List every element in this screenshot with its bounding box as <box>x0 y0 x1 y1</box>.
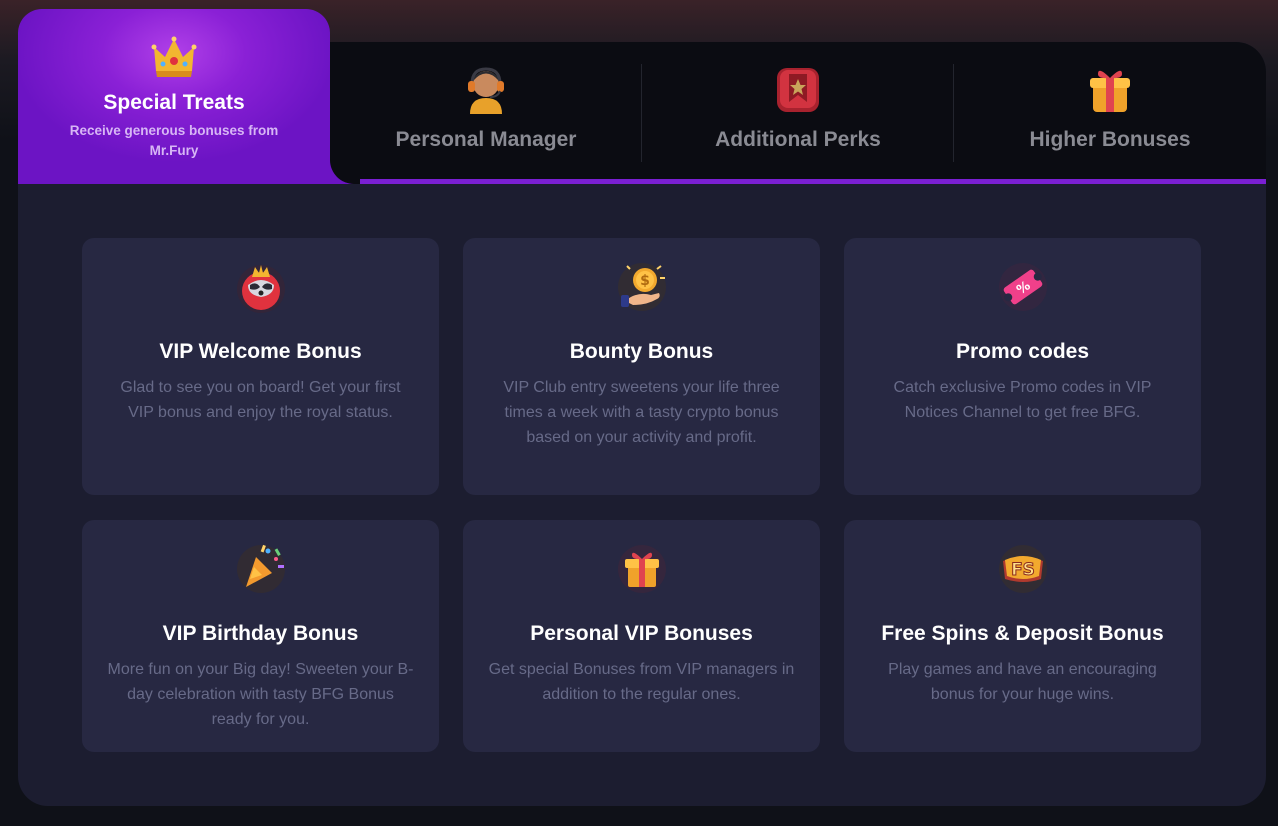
free-spins-fs-icon: FS <box>998 545 1047 593</box>
tab-higher-bonuses[interactable]: Higher Bonuses <box>954 42 1266 179</box>
card-description: VIP Club entry sweetens your life three … <box>503 379 780 446</box>
coin-hand-icon: $ <box>617 263 666 311</box>
bonus-card-bounty: $ Bounty Bonus VIP Club entry sweetens y… <box>463 238 820 495</box>
gift-icon <box>617 545 666 593</box>
card-title: Promo codes <box>955 340 1090 363</box>
svg-text:$: $ <box>640 273 650 289</box>
card-title: Free Spins & Deposit Bonus <box>881 622 1164 645</box>
bonus-card-personal-vip: Personal VIP Bonuses Get special Bonuses… <box>463 520 820 752</box>
bonus-card-promo-codes: % Promo codes Catch exclusive Promo code… <box>844 238 1201 495</box>
tab-label: Additional Perks <box>715 128 881 151</box>
active-tab-title: Special Treats <box>103 91 245 114</box>
party-popper-icon <box>236 544 285 593</box>
ticket-percent-icon: % <box>998 263 1047 311</box>
card-title: VIP Birthday Bonus <box>162 622 359 645</box>
card-description: Catch exclusive Promo codes in VIP Notic… <box>893 379 1152 421</box>
tab-label: Higher Bonuses <box>1029 128 1191 151</box>
bookmark-star-icon <box>777 68 819 112</box>
active-tab-description: Receive generous bonuses from Mr.Fury <box>69 123 279 158</box>
bonus-card-free-spins-deposit: FS Free Spins & Deposit Bonus Play games… <box>844 520 1201 752</box>
card-description: Play games and have an encouraging bonus… <box>888 661 1157 703</box>
card-title: VIP Welcome Bonus <box>159 340 362 363</box>
headset-manager-icon <box>468 67 504 114</box>
svg-text:FS: FS <box>1011 560 1035 580</box>
tab-personal-manager[interactable]: Personal Manager <box>330 42 642 179</box>
crown-icon <box>151 36 197 77</box>
card-title: Personal VIP Bonuses <box>530 622 753 645</box>
card-description: Glad to see you on board! Get your first… <box>120 379 401 421</box>
gift-box-icon <box>1090 70 1130 112</box>
tab-label: Personal Manager <box>395 128 577 151</box>
tab-additional-perks[interactable]: Additional Perks <box>642 42 954 179</box>
active-tab-corner <box>330 154 360 184</box>
raccoon-mascot-icon <box>236 265 285 313</box>
card-title: Bounty Bonus <box>569 340 714 363</box>
tab-special-treats[interactable]: Special Treats Receive generous bonuses … <box>18 9 330 184</box>
bonus-card-vip-birthday: VIP Birthday Bonus More fun on your Big … <box>82 520 439 752</box>
card-description: Get special Bonuses from VIP managers in… <box>488 661 795 703</box>
card-description: More fun on your Big day! Sweeten your B… <box>107 661 414 728</box>
bonus-card-vip-welcome: VIP Welcome Bonus Glad to see you on boa… <box>82 238 439 495</box>
